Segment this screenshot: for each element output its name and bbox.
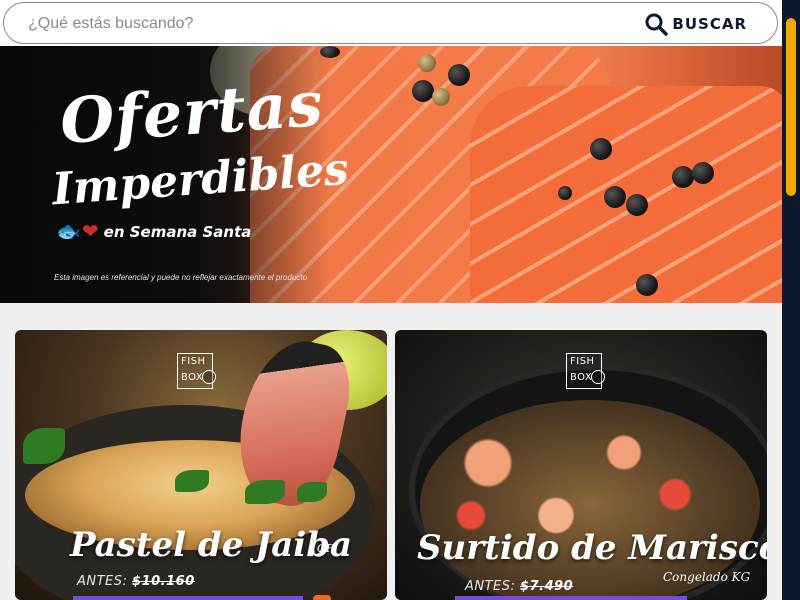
product-card[interactable]: FISH BOX Surtido de Mariscos Congelado K… [395,330,767,600]
product-title-suffix: Congelado KG [663,570,751,584]
price-prefix: ANTES: [465,579,516,594]
herb-garnish [297,482,327,502]
scrollbar-thumb[interactable] [786,18,796,196]
herb-garnish [23,428,65,464]
logo-ring [591,370,605,384]
price-bar [73,596,303,600]
fish-icon: 🐟 [56,221,81,243]
hero-banner[interactable]: Ofertas Imperdibles 🐟 ❤ en Semana Santa … [0,46,782,303]
pepper-decoration [558,186,572,200]
discount-badge [313,595,331,600]
herb-garnish [245,480,285,504]
logo-text: BOX [181,372,204,383]
price-bar [455,596,687,600]
product-title: Surtido de Mariscos [417,528,767,568]
pepper-decoration [604,186,626,208]
pepper-decoration [626,194,648,216]
search-bar: BUSCAR [0,0,782,46]
old-price: ANTES: $10.160 [77,574,195,589]
heart-icon: ❤ [81,221,99,243]
hero-subtitle: en Semana Santa [103,223,252,241]
old-price-value: $10.160 [132,574,195,589]
fishbox-logo: FISH BOX [566,353,605,389]
search-icon [645,13,669,36]
hero-disclaimer: Esta imagen es referencial y puede no re… [54,273,308,282]
scrollbar[interactable] [782,0,800,600]
pepper-decoration [448,64,470,86]
search-box: BUSCAR [3,2,778,44]
logo-text: FISH [570,356,595,367]
product-card[interactable]: FISH BOX Pastel de Jaiba 1OF ANTES: $10.… [15,330,387,600]
fishbox-logo: FISH BOX [177,353,216,389]
product-title-suffix: 1OF [310,542,334,555]
pepper-decoration [432,88,450,106]
old-price: ANTES: $7.490 [465,579,573,594]
pepper-decoration [636,274,658,296]
old-price-value: $7.490 [520,579,574,594]
page: BUSCAR Ofertas Imperdibles 🐟 ❤ en Semana… [0,0,800,600]
hero-salmon-image-2 [470,86,782,303]
herb-garnish [175,470,209,492]
hero-subtitle-row: 🐟 ❤ en Semana Santa [56,222,251,242]
pepper-decoration [412,80,434,102]
logo-text: FISH [181,356,206,367]
logo-ring [202,370,216,384]
pepper-decoration [692,162,714,184]
pepper-decoration [672,166,694,188]
pepper-decoration [418,54,436,72]
logo-text: BOX [570,372,593,383]
search-button-label: BUSCAR [672,15,747,33]
price-prefix: ANTES: [77,574,128,589]
search-input[interactable] [28,12,608,36]
search-button[interactable]: BUSCAR [644,11,747,37]
pepper-decoration [590,138,612,160]
